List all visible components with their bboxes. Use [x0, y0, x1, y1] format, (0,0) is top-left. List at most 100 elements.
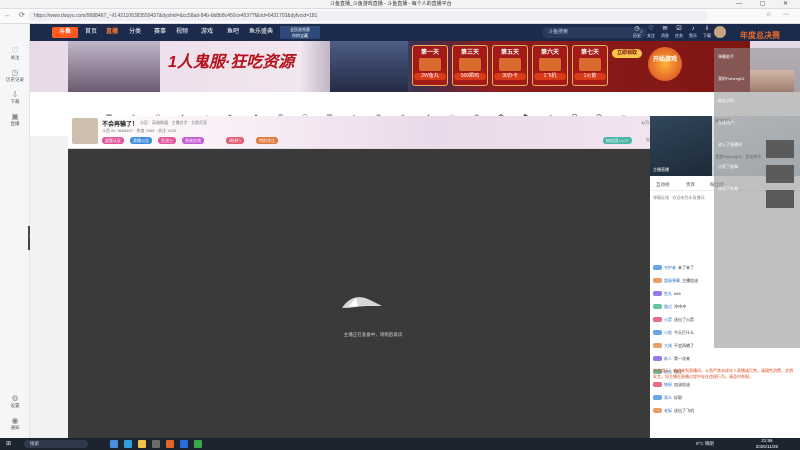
fan-club-badge[interactable]: 粉丝团 Lv.17: [603, 137, 632, 144]
nav-video[interactable]: 视频: [176, 24, 188, 41]
window-controls[interactable]: — ▢ ✕: [736, 0, 796, 9]
overlay-thumbnail[interactable]: [766, 190, 794, 208]
url-field[interactable]: https://www.douyu.com/9688467_~/0.421106…: [28, 11, 708, 21]
nav-events[interactable]: 赛事: [154, 24, 166, 41]
overlay-thumbnail[interactable]: [766, 140, 794, 158]
edge-icon[interactable]: [124, 440, 132, 448]
address-bar: ← ⟳ https://www.douyu.com/9688467_~/0.42…: [0, 9, 800, 24]
chat-message[interactable]: 大佬 不会再输了: [653, 342, 694, 349]
overlay-line: 点亮了勋章: [718, 164, 738, 169]
taskbar-search[interactable]: 搜索: [24, 440, 88, 448]
reward-image: [419, 58, 441, 71]
nav-follow[interactable]: ♡ 关注: [644, 26, 658, 38]
room-meta[interactable]: 分区：英雄联盟 · 主播名字 · 艾欧尼亚: [140, 120, 207, 126]
chat-message[interactable]: 铁粉 加油加油: [653, 381, 690, 388]
taskbar-app-icon[interactable]: [152, 440, 160, 448]
room-tag[interactable]: 超管认证: [102, 137, 124, 144]
reward-day-3[interactable]: 第三天 500瞬鸡: [452, 45, 488, 86]
room-tag[interactable]: 特别关注: [256, 137, 278, 144]
sidebar-item-notify[interactable]: ◉ 通知: [0, 416, 30, 431]
douyu-fish-loading-icon: [342, 297, 382, 308]
nav-fishbar[interactable]: 鱼吧: [227, 24, 239, 41]
chat-message[interactable]: 鱼丸 666: [653, 290, 681, 297]
chat-username[interactable]: 鱼丸: [664, 291, 672, 296]
promo-badge[interactable]: 全民选秀赛 你的宝藏: [280, 26, 320, 39]
nav-games[interactable]: 游戏: [201, 24, 213, 41]
chat-username[interactable]: 路过: [664, 304, 672, 309]
chat-message[interactable]: 新人 第一次来: [653, 355, 690, 362]
nav-task-label: 任务: [675, 33, 683, 38]
reward-day-1[interactable]: 第一天 2W鱼丸: [412, 45, 448, 86]
nav-task[interactable]: ☑ 任务: [672, 26, 686, 38]
reward-day-5[interactable]: 第五天 30办卡: [492, 45, 528, 86]
nav-festival[interactable]: 鱼乐盛典: [249, 24, 273, 41]
chat-username[interactable]: 火箭: [664, 317, 672, 322]
browser-actions[interactable]: ☆ ⋯: [766, 11, 794, 18]
room-tag[interactable]: 直播公告: [130, 137, 152, 144]
chat-message[interactable]: 守护者 来了来了: [653, 264, 694, 271]
reward-value: 30办卡: [494, 73, 526, 80]
taskbar-app-icon[interactable]: [110, 440, 118, 448]
reward-day-7[interactable]: 第七天 1火箭: [572, 45, 608, 86]
level-badge: [653, 382, 662, 388]
nav-music[interactable]: ♪ 鱼乐: [686, 26, 700, 38]
tab-interaction-rank[interactable]: 互动榜: [656, 179, 670, 191]
overlay-thumbnail[interactable]: [766, 165, 794, 183]
video-player[interactable]: 主播正在准备中，请稍后再试: [68, 149, 678, 438]
sidebar-item-live[interactable]: ▣ 直播: [0, 112, 30, 127]
sidebar-item-history[interactable]: ◷ 历史记录: [0, 68, 30, 83]
claim-button[interactable]: 立即领取: [612, 49, 642, 58]
nav-download[interactable]: ⇩ 下载: [700, 26, 714, 38]
chat-message[interactable]: 小鱼 今天打什么: [653, 329, 694, 336]
room-tag[interactable]: 狂战士: [158, 137, 176, 144]
system-clock[interactable]: 21:56 2025/11/26: [756, 438, 778, 450]
reward-day-6[interactable]: 第六天 1飞机: [532, 45, 568, 86]
nav-music-label: 鱼乐: [689, 33, 697, 38]
chat-username[interactable]: 大佬: [664, 343, 672, 348]
streamer-header: 不会再输了！ 分区：英雄联盟 · 主播名字 · 艾欧尼亚 斗鱼 ID: 9688…: [68, 116, 680, 149]
nav-category[interactable]: 分类: [129, 24, 141, 41]
chat-message[interactable]: 路过 冲冲冲: [653, 303, 686, 310]
taskbar-app-icon[interactable]: [194, 440, 202, 448]
browser-nav-buttons[interactable]: ← ⟳: [4, 11, 28, 19]
chat-username[interactable]: 新人: [664, 356, 672, 361]
sidebar-item-settings[interactable]: ⚙ 设置: [0, 394, 30, 409]
streamer-avatar[interactable]: [72, 118, 98, 144]
room-tag[interactable]: 周排行: [226, 137, 244, 144]
nav-live[interactable]: 直播: [106, 24, 118, 41]
chat-text: 第一次来: [674, 356, 690, 361]
chat-username[interactable]: 小鱼: [664, 330, 672, 335]
chat-username[interactable]: 铁粉: [664, 382, 672, 387]
start-game-logo[interactable]: 开始游戏: [648, 47, 682, 81]
weather-widget[interactable]: 9°C 晴朗: [696, 438, 714, 450]
chat-message[interactable]: 老板 送出了飞机: [653, 407, 694, 414]
chat-username[interactable]: 超级弹幕: [664, 278, 680, 283]
start-icon[interactable]: ⊞: [6, 439, 11, 449]
nav-home[interactable]: 首页: [85, 24, 97, 41]
level-badge: [653, 343, 662, 349]
douyu-logo[interactable]: 斗鱼: [52, 27, 78, 38]
top-navigation: 斗鱼 首页 直播 分类 赛事 视频 游戏 鱼吧 鱼乐盛典 全民选秀赛 你的宝藏 …: [30, 24, 800, 41]
taskbar-app-icon[interactable]: [180, 440, 188, 448]
folder-icon[interactable]: [138, 440, 146, 448]
chat-message[interactable]: 火箭 送出了火箭: [653, 316, 694, 323]
nav-history[interactable]: ◷ 历史: [630, 26, 644, 38]
sidebar-item-download[interactable]: ⇩ 下载: [0, 90, 30, 105]
nav-message[interactable]: ✉ 消息: [658, 26, 672, 38]
chat-message[interactable]: 超级弹幕 主播加油: [653, 277, 698, 284]
room-tag[interactable]: 贵族在线: [182, 137, 204, 144]
sidebar-item-follow[interactable]: ♡ 关注: [0, 46, 30, 61]
tab-vip[interactable]: 贵宾: [686, 179, 695, 191]
sidebar-item-label: 设置: [10, 403, 20, 408]
chat-username[interactable]: 老板: [664, 408, 672, 413]
chat-text: 今天打什么: [674, 330, 694, 335]
user-avatar[interactable]: [714, 26, 726, 38]
taskbar-app-icon[interactable]: [166, 440, 174, 448]
chat-username[interactable]: 守护者: [664, 265, 676, 270]
chat-username[interactable]: 观众: [664, 395, 672, 400]
chat-message[interactable]: 观众 好耶: [653, 394, 682, 401]
player-status-message: 主播正在准备中，请稍后再试: [343, 332, 403, 337]
mini-preview[interactable]: 主播直播: [650, 116, 712, 176]
event-banner[interactable]: 1人鬼服·狂吃资源 第一天 2W鱼丸 第三天 500瞬鸡 第五天 30办卡 第六天 1飞…: [30, 41, 800, 92]
history-icon: ◷: [634, 26, 640, 32]
